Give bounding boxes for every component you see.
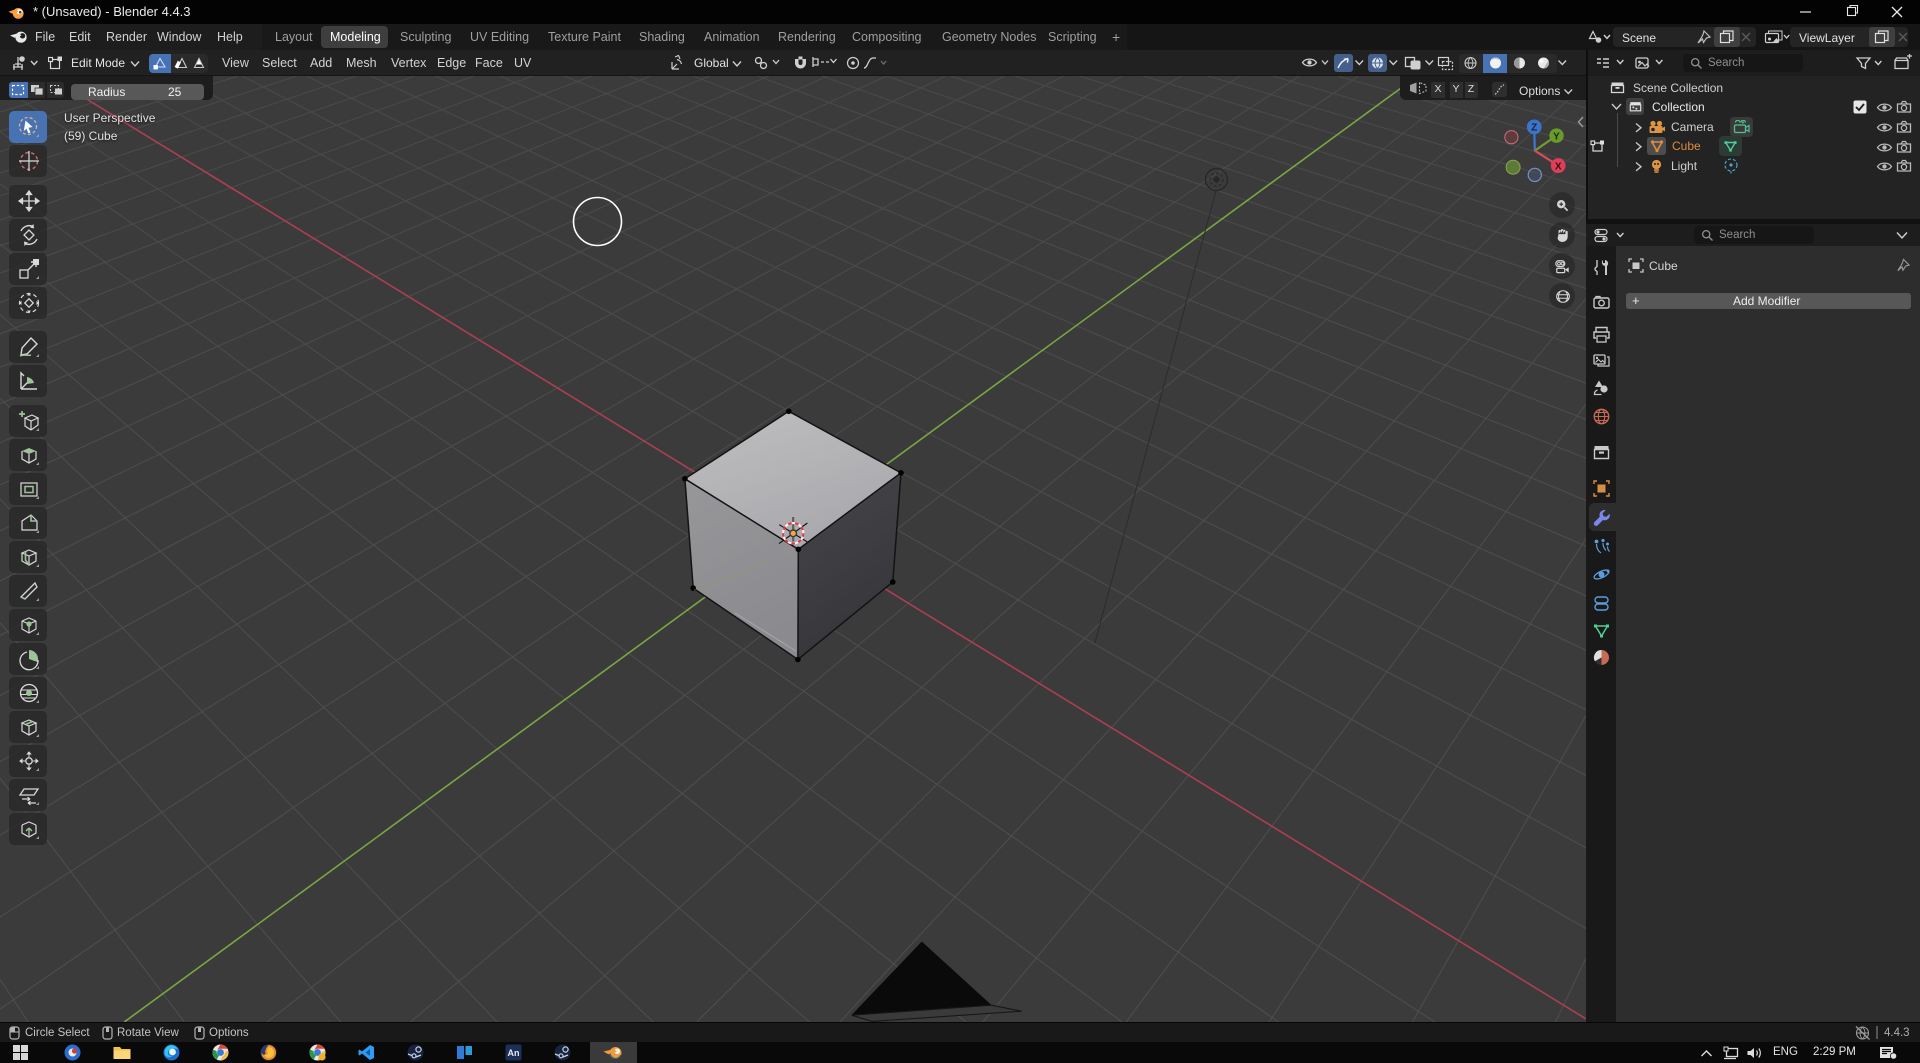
svg-text:An: An bbox=[508, 1048, 520, 1058]
svg-text:X: X bbox=[1555, 161, 1562, 172]
svg-text:Z: Z bbox=[1531, 123, 1537, 134]
svg-text:Y: Y bbox=[1553, 131, 1560, 142]
